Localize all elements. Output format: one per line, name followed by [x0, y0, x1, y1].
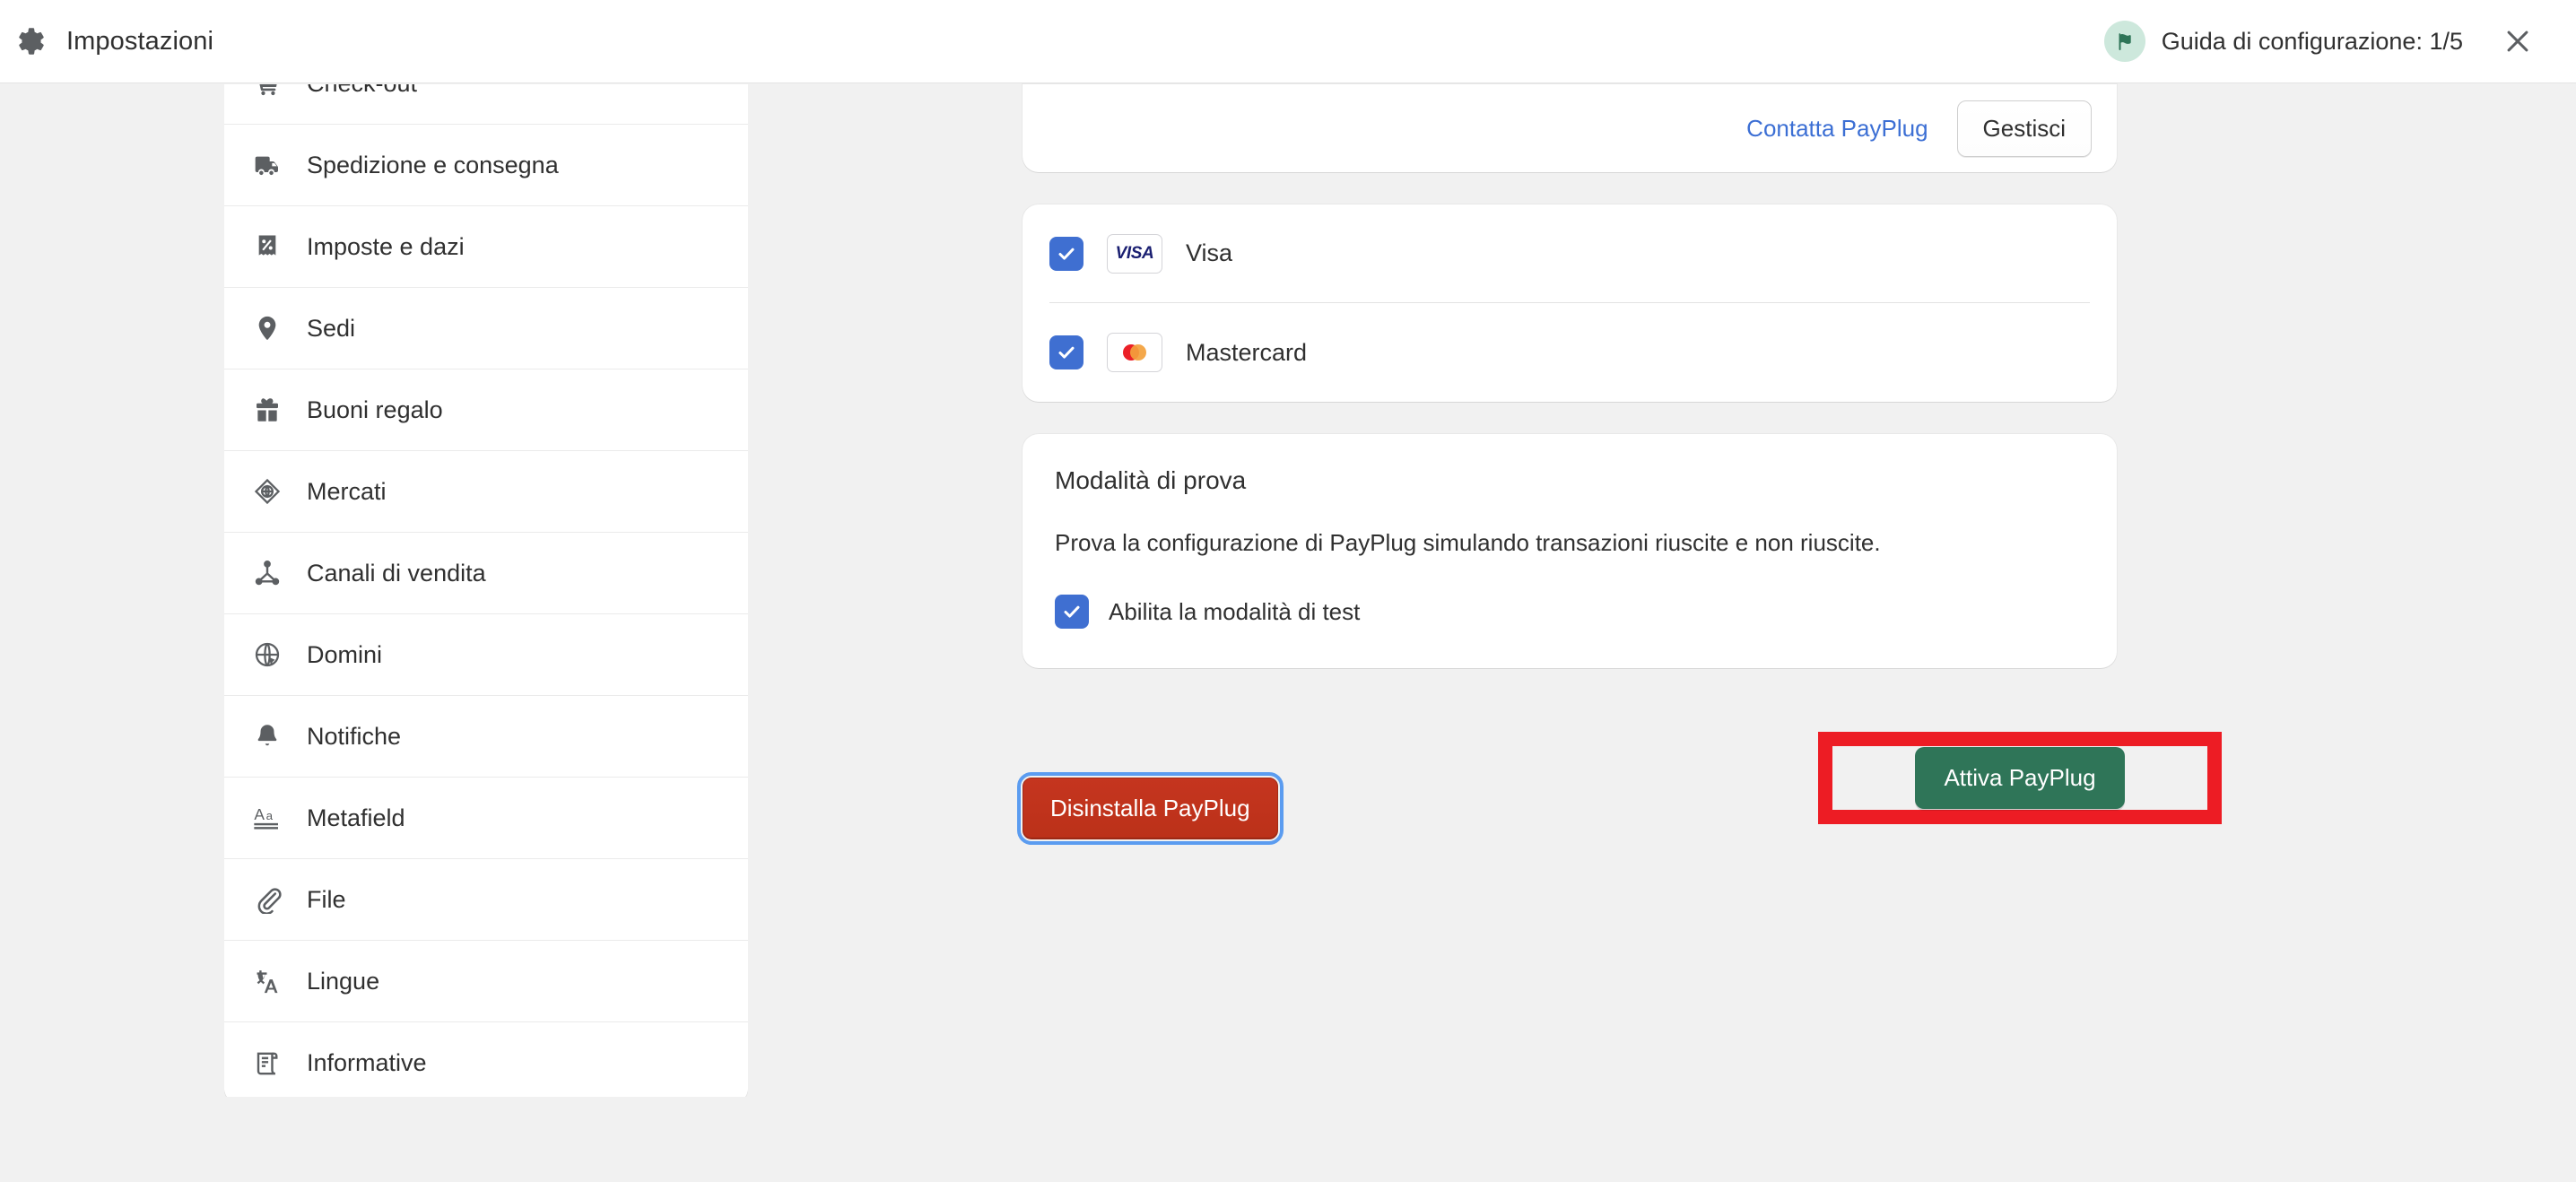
sidebar-item-domains[interactable]: Domini — [224, 614, 748, 696]
sidebar-item-markets[interactable]: Mercati — [224, 451, 748, 533]
activate-payplug-button[interactable]: Attiva PayPlug — [1915, 747, 2125, 809]
sidebar-item-label: Sedi — [307, 314, 356, 342]
paperclip-icon — [251, 883, 283, 916]
setup-guide-label: Guida di configurazione: 1/5 — [2161, 27, 2463, 55]
payment-methods-card: VISA Visa Mastercard — [1023, 204, 2117, 402]
network-nodes-icon — [251, 557, 283, 589]
test-mode-card: Modalità di prova Prova la configurazion… — [1023, 434, 2117, 669]
mastercard-checkbox[interactable] — [1049, 335, 1083, 369]
sidebar-item-notifications[interactable]: Notifiche — [224, 696, 748, 778]
settings-sidebar: Check-out Spedizione e consegna Imposte … — [224, 84, 748, 1097]
sidebar-item-shipping[interactable]: Spedizione e consegna — [224, 125, 748, 206]
main-content: Contatta PayPlug Gestisci VISA Visa Mast… — [1023, 84, 2117, 669]
sidebar-item-label: Informative — [307, 1049, 427, 1076]
annotation-highlight-box: Attiva PayPlug — [1818, 732, 2222, 824]
payplug-account-card: Contatta PayPlug Gestisci — [1023, 84, 2117, 172]
policy-scroll-icon — [251, 1047, 283, 1080]
cart-icon — [251, 84, 283, 100]
payment-method-label: Mastercard — [1186, 338, 1308, 366]
payment-method-row: VISA Visa — [1049, 204, 2090, 303]
sidebar-item-label: Spedizione e consegna — [307, 151, 559, 178]
test-mode-checkbox-row: Abilita la modalità di test — [1055, 595, 2084, 630]
sidebar-item-gift-cards[interactable]: Buoni regalo — [224, 369, 748, 451]
visa-checkbox[interactable] — [1049, 236, 1083, 271]
sidebar-item-checkout[interactable]: Check-out — [224, 84, 748, 125]
sidebar-item-label: Canali di vendita — [307, 559, 486, 587]
visa-logo-text: VISA — [1115, 243, 1154, 263]
sidebar-item-locations[interactable]: Sedi — [224, 288, 748, 369]
mastercard-logo — [1107, 333, 1162, 372]
enable-test-mode-label: Abilita la modalità di test — [1109, 597, 1361, 625]
test-mode-description: Prova la configurazione di PayPlug simul… — [1055, 529, 1881, 556]
top-bar-left: Impostazioni — [0, 26, 213, 56]
bell-icon — [251, 720, 283, 752]
sidebar-item-label: Domini — [307, 640, 383, 668]
gift-icon — [251, 394, 283, 426]
sidebar-item-policies[interactable]: Informative — [224, 1022, 748, 1097]
payment-method-row: Mastercard — [1049, 303, 2090, 402]
sidebar-item-label: Mercati — [307, 477, 387, 505]
enable-test-mode-checkbox[interactable] — [1055, 595, 1089, 630]
manage-button[interactable]: Gestisci — [1956, 100, 2092, 157]
sidebar-item-languages[interactable]: Lingue — [224, 941, 748, 1022]
markets-globe-icon — [251, 475, 283, 508]
sidebar-item-label: Buoni regalo — [307, 395, 443, 423]
sidebar-item-label: Lingue — [307, 967, 380, 995]
top-bar-right: Guida di configurazione: 1/5 — [2103, 21, 2576, 62]
sidebar-item-label: Metafield — [307, 804, 405, 831]
page-title: Impostazioni — [66, 26, 213, 56]
sidebar-item-taxes[interactable]: Imposte e dazi — [224, 206, 748, 288]
mastercard-circles-icon — [1123, 344, 1146, 361]
sidebar-item-files[interactable]: File — [224, 859, 748, 941]
sidebar-item-metafields[interactable]: A a Metafield — [224, 778, 748, 859]
receipt-percent-icon — [251, 230, 283, 263]
text-aa-icon: A a — [251, 802, 283, 834]
globe-icon — [251, 639, 283, 671]
visa-logo: VISA — [1107, 233, 1162, 274]
top-bar: Impostazioni Guida di configurazione: 1/… — [0, 0, 2576, 83]
location-pin-icon — [251, 312, 283, 344]
sidebar-item-label: Check-out — [307, 84, 417, 98]
flag-icon — [2103, 21, 2145, 62]
gear-icon — [16, 26, 47, 56]
sidebar-card: Check-out Spedizione e consegna Imposte … — [224, 84, 748, 1097]
uninstall-payplug-button[interactable]: Disinstalla PayPlug — [1017, 772, 1284, 845]
translate-icon — [251, 965, 283, 997]
svg-text:a: a — [266, 809, 274, 822]
setup-guide-button[interactable]: Guida di configurazione: 1/5 — [2103, 21, 2463, 62]
payment-method-label: Visa — [1186, 239, 1233, 266]
test-mode-heading: Modalità di prova — [1055, 466, 1247, 494]
sidebar-item-label: Notifiche — [307, 722, 402, 750]
contact-payplug-link[interactable]: Contatta PayPlug — [1746, 115, 1928, 143]
truck-icon — [251, 149, 283, 181]
close-icon[interactable] — [2497, 21, 2538, 62]
svg-text:A: A — [254, 805, 265, 823]
sidebar-item-sales-channels[interactable]: Canali di vendita — [224, 533, 748, 614]
sidebar-item-label: File — [307, 885, 346, 913]
sidebar-item-label: Imposte e dazi — [307, 232, 465, 260]
